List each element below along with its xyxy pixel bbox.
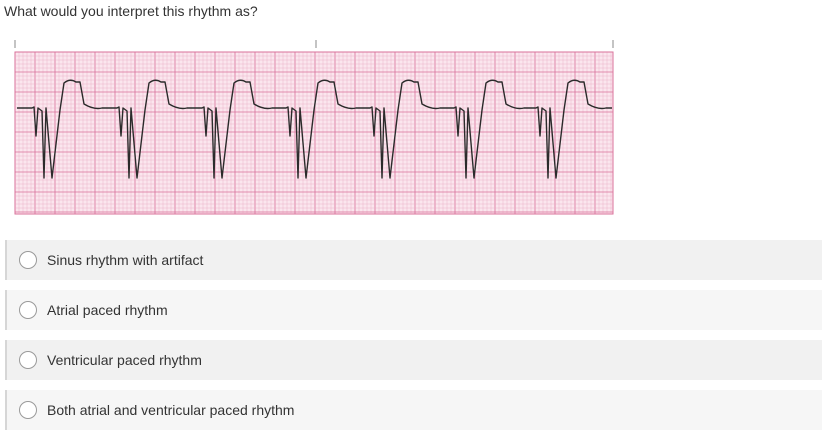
option-label: Sinus rhythm with artifact <box>47 252 204 268</box>
question-text: What would you interpret this rhythm as? <box>4 3 258 19</box>
radio-button-icon[interactable] <box>19 251 37 269</box>
radio-button-icon[interactable] <box>19 351 37 369</box>
option-label: Atrial paced rhythm <box>47 302 168 318</box>
radio-button-icon[interactable] <box>19 401 37 419</box>
option-label: Both atrial and ventricular paced rhythm <box>47 402 295 418</box>
ecg-grid <box>14 51 614 215</box>
option-atrial-paced-rhythm[interactable]: Atrial paced rhythm <box>5 290 822 330</box>
option-ventricular-paced-rhythm[interactable]: Ventricular paced rhythm <box>5 340 822 380</box>
ecg-strip <box>14 40 614 215</box>
option-both-atrial-and-ventricular-paced[interactable]: Both atrial and ventricular paced rhythm <box>5 390 822 430</box>
option-sinus-rhythm-with-artifact[interactable]: Sinus rhythm with artifact <box>5 240 822 280</box>
option-label: Ventricular paced rhythm <box>47 352 202 368</box>
radio-button-icon[interactable] <box>19 301 37 319</box>
ecg-strip-image <box>14 38 614 216</box>
